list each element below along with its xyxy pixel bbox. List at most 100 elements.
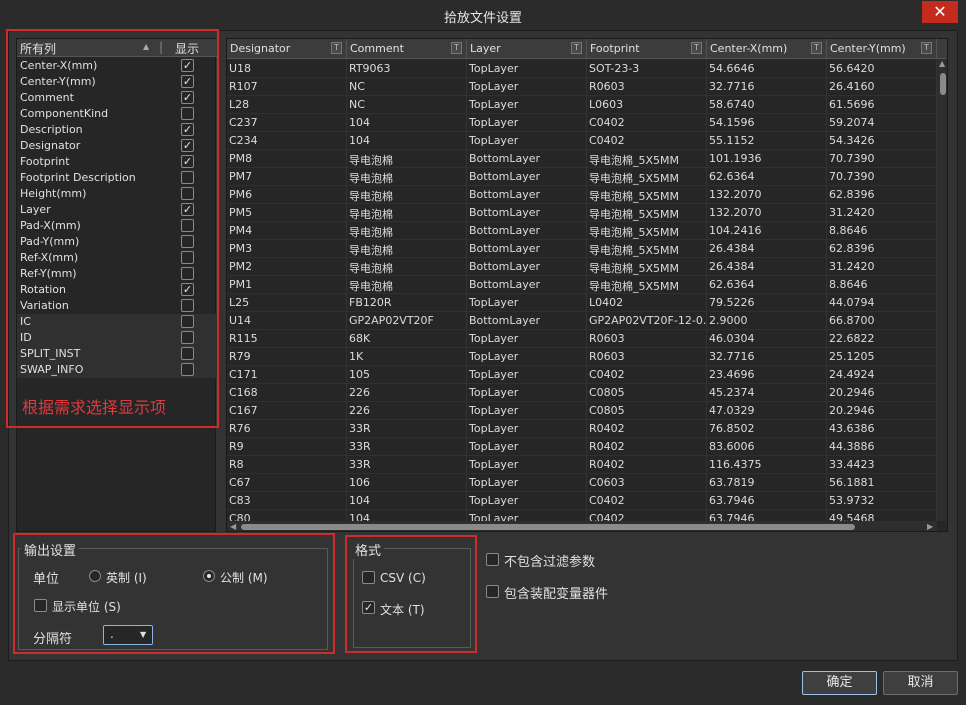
horizontal-scrollbar[interactable]: ◀ ▶ [227,521,937,531]
table-row[interactable]: PM4 导电泡棉 BottomLayer 导电泡棉_5X5MM 104.2416 8.86… [227,222,937,240]
table-cell: 63.7946 [707,492,827,510]
table-cell: 20.2946 [827,384,937,402]
filter-icon[interactable]: T [451,42,462,54]
filter-icon[interactable]: T [921,42,932,54]
table-row[interactable]: PM2 导电泡棉 BottomLayer 导电泡棉_5X5MM 26.4384 31.24… [227,258,937,276]
table-row[interactable]: PM5 导电泡棉 BottomLayer 导电泡棉_5X5MM 132.2070 31.2… [227,204,937,222]
annotation-box-output [13,533,335,654]
table-row[interactable]: PM8 导电泡棉 BottomLayer 导电泡棉_5X5MM 101.1936 70.7… [227,150,937,168]
close-button[interactable]: ✕ [922,1,958,23]
table-row[interactable]: R76 33R TopLayer R0402 76.8502 43.6386 [227,420,937,438]
table-row[interactable]: R9 33R TopLayer R0402 83.6006 44.3886 [227,438,937,456]
table-cell: BottomLayer [467,222,587,240]
table-cell: TopLayer [467,420,587,438]
filter-icon[interactable]: T [331,42,342,54]
table-cell: 83.6006 [707,438,827,456]
column-header[interactable]: Comment T [347,39,467,59]
table-cell: 54.3426 [827,132,937,150]
table-row[interactable]: C168 226 TopLayer C0805 45.2374 20.2946 [227,384,937,402]
table-row[interactable]: C171 105 TopLayer C0402 23.4696 24.4924 [227,366,937,384]
table-cell: GP2AP02VT20F-12-0.6- [587,312,707,330]
table-row[interactable]: U18 RT9063 TopLayer SOT-23-3 54.6646 56.6420 [227,60,937,78]
table-cell: 104 [347,114,467,132]
table-row[interactable]: PM6 导电泡棉 BottomLayer 导电泡棉_5X5MM 132.2070 62.8… [227,186,937,204]
table-cell: GP2AP02VT20F [347,312,467,330]
table-row[interactable]: PM3 导电泡棉 BottomLayer 导电泡棉_5X5MM 26.4384 62.83… [227,240,937,258]
table-row[interactable]: C234 104 TopLayer C0402 55.1152 54.3426 [227,132,937,150]
table-row[interactable]: R107 NC TopLayer R0603 32.7716 26.4160 [227,78,937,96]
vertical-scroll-thumb[interactable] [940,73,946,95]
filter-icon[interactable]: T [571,42,582,54]
table-cell: 26.4384 [707,258,827,276]
column-header-label: Center-Y(mm) [830,42,906,55]
table-cell: 32.7716 [707,348,827,366]
table-cell: C167 [227,402,347,420]
table-cell: 104 [347,492,467,510]
table-cell: 61.5696 [827,96,937,114]
column-header[interactable]: Center-X(mm) T [707,39,827,59]
scroll-up-icon[interactable]: ▲ [939,59,945,68]
filter-icon[interactable]: T [691,42,702,54]
table-cell: C0402 [587,492,707,510]
table-cell: 104.2416 [707,222,827,240]
column-header[interactable]: Layer T [467,39,587,59]
table-cell: BottomLayer [467,168,587,186]
cancel-button[interactable]: 取消 [883,671,958,695]
table-row[interactable]: C67 106 TopLayer C0603 63.7819 56.1881 [227,474,937,492]
preview-grid[interactable]: Designator T Comment T Layer T Footprint T Cente… [226,38,948,532]
table-cell: TopLayer [467,96,587,114]
table-cell: PM6 [227,186,347,204]
table-cell: TopLayer [467,132,587,150]
scroll-left-icon[interactable]: ◀ [230,522,236,531]
table-cell: 导电泡棉_5X5MM [587,150,707,168]
table-cell: PM8 [227,150,347,168]
column-header[interactable]: Designator T [227,39,347,59]
scroll-right-icon[interactable]: ▶ [927,522,933,531]
table-row[interactable]: C237 104 TopLayer C0402 54.1596 59.2074 [227,114,937,132]
column-header[interactable]: Footprint T [587,39,707,59]
table-row[interactable]: R115 68K TopLayer R0603 46.0304 22.6822 [227,330,937,348]
table-cell: 导电泡棉 [347,276,467,294]
table-cell: R0603 [587,78,707,96]
ok-button[interactable]: 确定 [802,671,877,695]
table-row[interactable]: C83 104 TopLayer C0402 63.7946 53.9732 [227,492,937,510]
table-cell: 55.1152 [707,132,827,150]
table-row[interactable]: PM1 导电泡棉 BottomLayer 导电泡棉_5X5MM 62.6364 8.864… [227,276,937,294]
title-bar: 拾放文件设置 ✕ [0,0,966,30]
table-cell: R79 [227,348,347,366]
table-row[interactable]: PM7 导电泡棉 BottomLayer 导电泡棉_5X5MM 62.6364 70.73… [227,168,937,186]
include-variants-checkbox[interactable] [486,585,499,598]
table-cell: 104 [347,132,467,150]
table-cell: TopLayer [467,294,587,312]
table-cell: 33R [347,420,467,438]
table-cell: 32.7716 [707,78,827,96]
table-row[interactable]: R8 33R TopLayer R0402 116.4375 33.4423 [227,456,937,474]
table-cell: 68K [347,330,467,348]
table-cell: C0402 [587,366,707,384]
table-row[interactable]: L25 FB120R TopLayer L0402 79.5226 44.0794 [227,294,937,312]
table-cell: TopLayer [467,438,587,456]
table-cell: PM5 [227,204,347,222]
table-cell: C237 [227,114,347,132]
exclude-filter-checkbox[interactable] [486,553,499,566]
vertical-scrollbar[interactable]: ▲ [937,59,947,521]
table-cell: BottomLayer [467,312,587,330]
filter-icon[interactable]: T [811,42,822,54]
table-cell: 31.2420 [827,204,937,222]
horizontal-scroll-thumb[interactable] [241,524,855,530]
table-cell: 26.4160 [827,78,937,96]
table-cell: BottomLayer [467,276,587,294]
table-cell: 22.6822 [827,330,937,348]
table-row[interactable]: R79 1K TopLayer R0603 32.7716 25.1205 [227,348,937,366]
exclude-filter-label[interactable]: 不包含过滤参数 [504,551,595,570]
column-header[interactable]: Center-Y(mm) T [827,39,937,59]
table-cell: 导电泡棉 [347,240,467,258]
table-row[interactable]: U14 GP2AP02VT20F BottomLayer GP2AP02VT20F-1… [227,312,937,330]
table-row[interactable]: C167 226 TopLayer C0805 47.0329 20.2946 [227,402,937,420]
table-cell: TopLayer [467,456,587,474]
table-row[interactable]: L28 NC TopLayer L0603 58.6740 61.5696 [227,96,937,114]
include-variants-label[interactable]: 包含装配变量器件 [504,583,608,602]
table-cell: TopLayer [467,492,587,510]
table-cell: NC [347,78,467,96]
table-cell: 26.4384 [707,240,827,258]
